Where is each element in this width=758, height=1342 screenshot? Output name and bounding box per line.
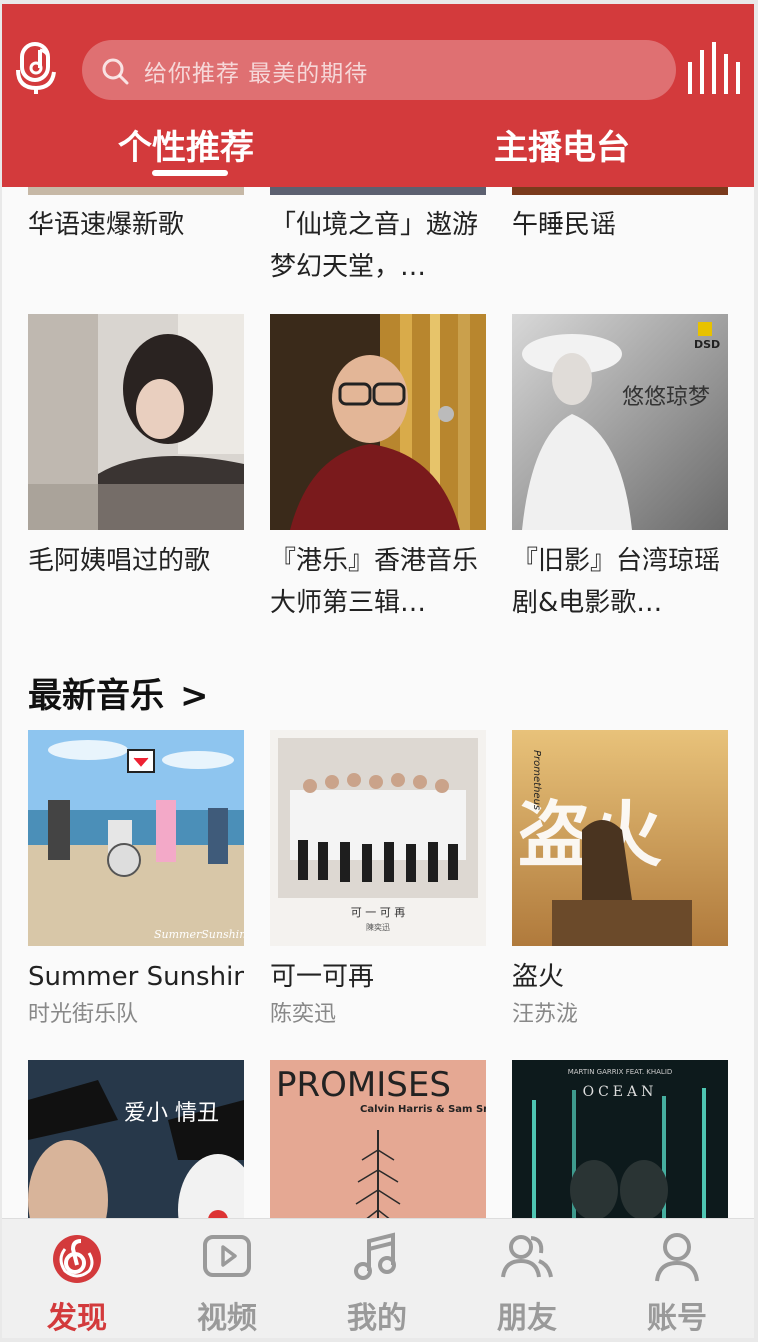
friends-icon [501,1235,553,1278]
search-icon [102,58,129,85]
song-artist: 陈奕迅 [270,1002,337,1027]
tab-anchor-radio[interactable]: 主播电台 [494,120,630,169]
nav-label: 我的 [347,1301,407,1336]
playlist-cover[interactable] [28,314,244,530]
cover-subtext: 陳奕迅 [366,922,390,932]
song-card[interactable]: 盗火 Prometheus 盗火 汪苏泷 [512,730,728,1032]
tab-personal-recommend[interactable]: 个性推荐 [118,120,254,169]
music-note-icon [354,1232,396,1280]
bottom-navigation: 发现 视频 我的 朋友 账号 [2,1218,754,1338]
song-artist: 时光街乐队 [28,1002,139,1027]
nav-friends[interactable]: 朋友 [452,1219,602,1338]
playlist-card[interactable]: 悠悠琼梦 DSD 『旧影』台湾琼瑶剧&电影歌… [512,314,728,624]
playing-bars-icon[interactable] [686,40,740,96]
account-icon [655,1233,699,1282]
playlist-card[interactable]: 午睡民谣 [512,204,728,246]
search-bar[interactable]: 给你推荐 最美的期待 [82,40,676,100]
song-cover[interactable]: 盗火 Prometheus [512,730,728,946]
nav-label: 发现 [47,1301,107,1336]
nav-label: 账号 [647,1301,707,1336]
cover-subtext: Calvin Harris & Sam Smith [360,1104,486,1115]
song-card[interactable]: SummerSunshine Summer Sunshin 时光街乐队 [28,730,244,1032]
playlist-cover[interactable] [270,314,486,530]
song-card[interactable]: 可 一 可 再 陳奕迅 可一可再 陈奕迅 [270,730,486,1032]
netease-music-icon [53,1235,101,1283]
top-header: 给你推荐 最美的期待 个性推荐 主播电台 [2,4,754,187]
microphone-icon[interactable] [16,40,66,96]
playlist-title: 『港乐』香港音乐大师第三辑… [270,546,479,618]
chevron-right-icon: > [180,676,209,716]
nav-account[interactable]: 账号 [602,1219,752,1338]
playlist-card[interactable]: 『港乐』香港音乐大师第三辑… [270,314,486,624]
song-title: 盗火 [512,962,565,992]
nav-label: 朋友 [497,1301,557,1336]
cover-text: SummerSunshine [154,928,244,941]
playlist-title: 毛阿姨唱过的歌 [28,546,211,576]
playlist-title: 午睡民谣 [512,210,617,240]
song-cover[interactable]: 可 一 可 再 陳奕迅 [270,730,486,946]
playlist-card[interactable]: 华语速爆新歌 [28,204,244,246]
cover-peek-2 [270,187,486,195]
search-placeholder: 给你推荐 最美的期待 [144,61,369,87]
cover-text: 爱小 情丑 [124,1101,219,1126]
cover-text: 可 一 可 再 [351,906,406,919]
playlist-card[interactable]: 毛阿姨唱过的歌 [28,314,244,582]
cover-subtext: MARTIN GARRIX FEAT. KHALID [568,1068,673,1076]
cover-title-text: 悠悠琼梦 [622,385,710,410]
nav-video[interactable]: 视频 [152,1219,302,1338]
nav-mine[interactable]: 我的 [302,1219,452,1338]
playlist-cover[interactable]: 悠悠琼梦 DSD [512,314,728,530]
playlist-card[interactable]: 「仙境之音」遨游梦幻天堂，… [270,204,486,288]
cover-peek-1 [28,187,244,195]
song-artist: 汪苏泷 [512,1002,579,1027]
playlist-title: 「仙境之音」遨游梦幻天堂，… [270,210,479,282]
top-tabs: 个性推荐 主播电台 [2,112,754,182]
song-title: 可一可再 [270,962,375,992]
playlist-title: 『旧影』台湾琼瑶剧&电影歌… [512,546,721,618]
latest-music-section-title[interactable]: 最新音乐 > [28,668,209,717]
phone-screen: 华语速爆新歌 「仙境之音」遨游梦幻天堂，… 午睡民谣 毛阿姨唱过的歌 『港乐』香… [2,4,754,1338]
song-title: Summer Sunshin [28,962,244,992]
nav-label: 视频 [197,1301,257,1336]
active-tab-indicator [152,170,228,176]
song-cover[interactable]: SummerSunshine [28,730,244,946]
playlist-title: 华语速爆新歌 [28,210,185,240]
cover-side-text: Prometheus [531,750,542,810]
cover-text: OCEAN [583,1084,658,1100]
video-icon [203,1235,251,1277]
cover-text: PROMISES [276,1065,451,1105]
section-title-text: 最新音乐 [28,676,164,716]
dsd-badge: DSD [694,338,720,351]
nav-discover[interactable]: 发现 [2,1219,152,1338]
cover-peek-3 [512,187,728,195]
